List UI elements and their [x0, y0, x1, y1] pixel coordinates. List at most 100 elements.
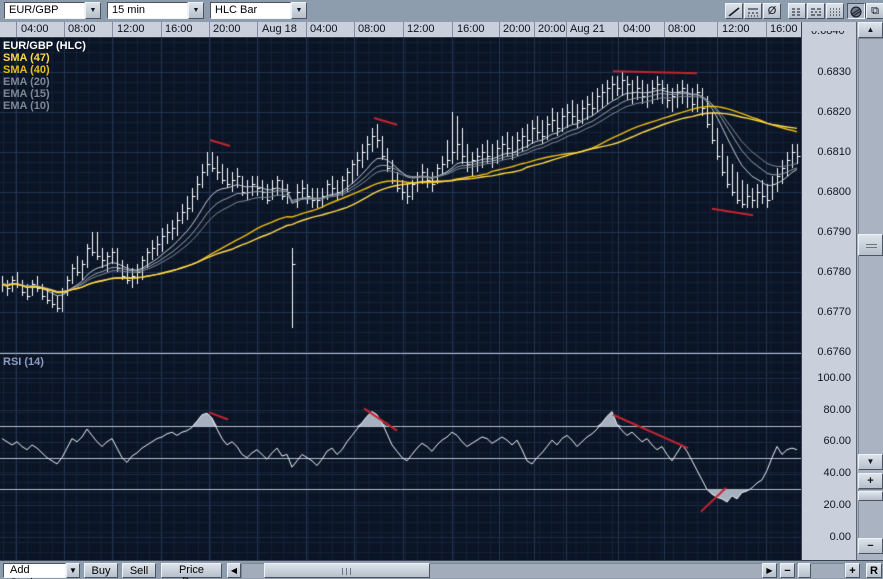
- dashed-lines-icon: [745, 6, 761, 18]
- time-axis-tick: [354, 22, 355, 38]
- symbol-combo-arrow[interactable]: ▼: [85, 2, 101, 19]
- interval-combo-arrow[interactable]: ▼: [188, 2, 204, 19]
- horizontal-scrollbar-thumb[interactable]: [264, 563, 430, 578]
- vertical-zoom-in-button[interactable]: +: [858, 473, 883, 489]
- time-axis-tick: [664, 22, 665, 38]
- time-axis[interactable]: 04:00 08:00 12:00 16:00 20:00 Aug 18 04:00 08:0…: [0, 22, 801, 38]
- add-study-combo-arrow[interactable]: ▼: [66, 563, 80, 578]
- time-axis-tick: [717, 22, 718, 38]
- time-axis-tick: [499, 22, 500, 38]
- chart-type-combo-arrow[interactable]: ▼: [291, 2, 307, 19]
- window-cascade-button[interactable]: ⧉: [866, 3, 883, 19]
- fine-dotted-grid-icon: [827, 6, 843, 18]
- chevron-down-icon: ▼: [90, 7, 97, 14]
- time-axis-tick: [403, 22, 404, 38]
- chart-type-combo[interactable]: HLC Bar ▼: [210, 2, 307, 19]
- scroll-up-button[interactable]: ▲: [858, 22, 883, 38]
- price-axis-label: 0.6800: [817, 186, 851, 198]
- price-axis-label: 0.6760: [817, 346, 851, 358]
- chart-canvas[interactable]: [0, 38, 801, 560]
- price-axis-label: 0.6770: [817, 306, 851, 318]
- price-axis-clip-cover: [802, 22, 856, 31]
- time-axis-label: 12:00: [117, 23, 145, 35]
- legend-item: SMA (40): [3, 64, 86, 76]
- plus-icon: +: [867, 475, 873, 487]
- add-study-combo[interactable]: Add Study: [3, 563, 66, 578]
- time-axis-tick: [618, 22, 619, 38]
- time-axis-label: 04:00: [310, 23, 338, 35]
- chart-legend: EUR/GBP (HLC)SMA (47)SMA (40)EMA (20)EMA…: [3, 40, 86, 112]
- grid-style-button-3[interactable]: [826, 3, 844, 19]
- scroll-down-button[interactable]: ▼: [858, 454, 883, 470]
- buy-button[interactable]: Buy: [84, 563, 118, 578]
- up-arrow-icon: ▲: [867, 25, 875, 34]
- horizontal-zoom-in-button[interactable]: +: [845, 563, 860, 578]
- vertical-scrollbar-thumb[interactable]: [858, 234, 883, 256]
- reset-button[interactable]: R: [866, 563, 882, 578]
- time-axis-tick: [209, 22, 210, 38]
- pan-left-button[interactable]: ◀: [227, 563, 241, 578]
- time-axis-tick: [452, 22, 453, 38]
- legend-item: EMA (10): [3, 100, 86, 112]
- price-axis-label: 40.00: [823, 467, 851, 479]
- chart-type-combo-value[interactable]: HLC Bar: [210, 2, 291, 19]
- time-axis-label: 16:00: [165, 23, 193, 35]
- price-axis-label: 100.00: [817, 372, 851, 384]
- price-axis[interactable]: 0.6840 0.68300.68200.68100.68000.67900.6…: [801, 22, 856, 560]
- symbol-combo-value[interactable]: EUR/GBP: [4, 2, 85, 19]
- vertical-zoom-slider-thumb[interactable]: [858, 491, 883, 501]
- diagonal-line-icon: [726, 6, 742, 18]
- time-axis-label: Aug 18: [262, 23, 297, 35]
- time-axis-label: Aug 21: [570, 23, 605, 35]
- price-box-button[interactable]: Price Box: [161, 563, 222, 578]
- pan-right-button[interactable]: ▶: [762, 563, 777, 578]
- price-axis-label: 60.00: [823, 435, 851, 447]
- hatched-circle-icon: [848, 6, 864, 18]
- time-axis-tick: [161, 22, 162, 38]
- sell-button[interactable]: Sell: [122, 563, 156, 578]
- time-axis-tick: [257, 22, 258, 38]
- chevron-down-icon: ▼: [69, 566, 77, 575]
- chevron-down-icon: ▼: [193, 7, 200, 14]
- time-axis-label: 08:00: [68, 23, 96, 35]
- time-axis-label: 20:00: [213, 23, 241, 35]
- time-axis-tick: [766, 22, 767, 38]
- horizontal-zoom-slider-thumb[interactable]: [798, 563, 811, 578]
- clear-drawings-button[interactable]: Ø: [763, 3, 781, 19]
- thumb-grip-icon: [342, 568, 352, 575]
- price-axis-label: 0.6810: [817, 146, 851, 158]
- symbol-combo[interactable]: EUR/GBP ▼: [4, 2, 101, 19]
- legend-item: EMA (15): [3, 88, 86, 100]
- right-arrow-icon: ▶: [766, 566, 772, 575]
- draw-trendline-button[interactable]: [725, 3, 743, 19]
- horizontal-zoom-out-button[interactable]: −: [780, 563, 795, 578]
- dashed-line-style-button[interactable]: [744, 3, 762, 19]
- price-axis-label: 0.6780: [817, 266, 851, 278]
- dotted-grid-icon: [789, 6, 805, 18]
- plus-icon: +: [849, 565, 855, 577]
- time-axis-label: 20:00: [503, 23, 531, 35]
- grid-style-button-2[interactable]: [807, 3, 825, 19]
- grid-style-button-1[interactable]: [788, 3, 806, 19]
- bottom-toolbar: Add Study ▼ Buy Sell Price Box ◀ ▶ − + R: [0, 560, 883, 579]
- interval-combo-value[interactable]: 15 min: [107, 2, 188, 19]
- time-axis-label: 20:00: [538, 23, 566, 35]
- minus-icon: −: [867, 540, 873, 552]
- time-axis-label: 12:00: [407, 23, 435, 35]
- time-axis-tick: [16, 22, 17, 38]
- legend-item: EUR/GBP (HLC): [3, 40, 86, 52]
- time-axis-label: 08:00: [358, 23, 386, 35]
- time-axis-label: 04:00: [623, 23, 651, 35]
- interval-combo[interactable]: 15 min ▼: [107, 2, 204, 19]
- time-axis-tick: [566, 22, 567, 38]
- thumb-grip-icon: [866, 242, 877, 248]
- time-axis-label: 12:00: [722, 23, 750, 35]
- price-axis-label: 20.00: [823, 499, 851, 511]
- price-axis-label: 0.00: [830, 531, 851, 543]
- price-axis-label: 0.6790: [817, 226, 851, 238]
- vertical-zoom-out-button[interactable]: −: [858, 538, 883, 554]
- left-arrow-icon: ◀: [231, 566, 237, 575]
- time-axis-tick: [534, 22, 535, 38]
- minus-icon: −: [784, 565, 790, 577]
- pattern-fill-button-1[interactable]: [847, 3, 865, 19]
